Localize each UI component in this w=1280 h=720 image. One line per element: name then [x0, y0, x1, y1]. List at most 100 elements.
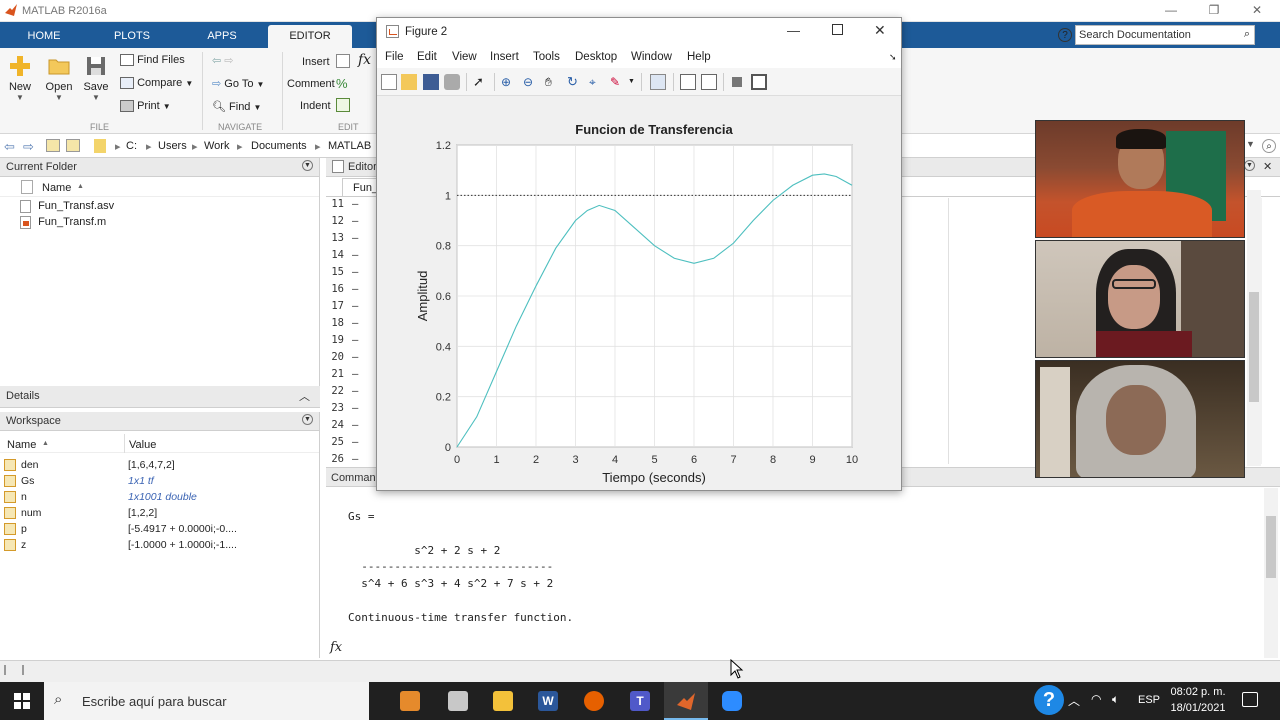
file-explorer-icon[interactable]	[493, 691, 513, 711]
rotate-3d-icon[interactable]: ↻	[567, 74, 583, 90]
pointer-icon[interactable]: ➚	[473, 74, 489, 90]
prompt-fx[interactable]: fx	[330, 640, 342, 655]
close-button[interactable]: ✕	[1246, 2, 1268, 18]
tab-home[interactable]: HOME	[2, 25, 86, 48]
chevron-up-icon[interactable]: ︿	[299, 388, 310, 404]
table-row[interactable]: den [1,6,4,7,2]	[0, 457, 319, 473]
taskbar-search[interactable]: ⌕ Escribe aquí para buscar	[44, 682, 369, 720]
menu-window[interactable]: Window	[631, 51, 672, 63]
command-scrollbar[interactable]	[1264, 488, 1278, 658]
details-panel[interactable]: Details ︿	[0, 386, 320, 408]
wifi-icon[interactable]: ◠	[1091, 692, 1101, 706]
close-icon[interactable]: ✕	[1263, 160, 1272, 173]
hide-tools-icon[interactable]	[732, 77, 742, 87]
folder-column-header[interactable]: Name ▲	[0, 178, 319, 197]
table-row[interactable]: z [-1.0000 + 1.0000i;-1....	[0, 537, 319, 553]
list-item[interactable]: Fun_Transf.m	[20, 214, 310, 230]
restore-button[interactable]: ❐	[1203, 2, 1225, 18]
menu-overflow-icon[interactable]: ➘	[889, 52, 897, 63]
crumb-documents[interactable]: Documents	[251, 140, 307, 152]
crumb-c[interactable]: C:	[126, 140, 137, 152]
up-folder-icon[interactable]	[46, 139, 60, 152]
insert-button[interactable]: Insert	[302, 56, 330, 68]
volume-icon[interactable]: 🔈︎	[1112, 692, 1119, 707]
search-documentation[interactable]: Search Documentation ⌕	[1075, 25, 1255, 45]
table-row[interactable]: n 1x1001 double	[0, 489, 319, 505]
tab-apps[interactable]: APPS	[180, 25, 264, 48]
right-scrollbar[interactable]	[1247, 190, 1261, 466]
help-circle-icon[interactable]: ?	[1034, 685, 1064, 715]
chevron-down-icon[interactable]: ▼	[628, 78, 635, 85]
command-input[interactable]	[352, 640, 1252, 658]
panel-menu-icon[interactable]: ▼	[302, 160, 313, 171]
teams-icon[interactable]: T	[630, 691, 650, 711]
insert-colorbar-icon[interactable]	[680, 74, 696, 90]
save-figure-icon[interactable]	[423, 74, 439, 90]
clock-date[interactable]: 18/01/2021	[1168, 702, 1228, 714]
compare-button[interactable]: Compare ▼	[120, 77, 193, 90]
print-figure-icon[interactable]	[444, 74, 460, 90]
new-button[interactable]: New ▼	[4, 54, 36, 102]
zoom-in-icon[interactable]: ⊕	[501, 74, 517, 90]
list-item[interactable]: Fun_Transf.asv	[20, 198, 310, 214]
tab-editor[interactable]: EDITOR	[268, 25, 352, 48]
table-row[interactable]: p [-5.4917 + 0.0000i;-0....	[0, 521, 319, 537]
back-forward-arrows[interactable]: ⇦ ⇨	[212, 54, 234, 67]
brush-icon[interactable]: ✎	[610, 74, 626, 90]
panel-menu-icon[interactable]: ▼	[302, 414, 313, 425]
task-view-icon[interactable]	[400, 691, 420, 711]
word-icon[interactable]: W	[538, 691, 558, 711]
find-button[interactable]: 🔍︎ Find ▼	[212, 100, 261, 113]
fx-icon[interactable]: fx	[358, 52, 371, 68]
matlab-taskbar-icon[interactable]	[676, 691, 696, 711]
minimize-button[interactable]: —	[787, 23, 800, 38]
data-cursor-icon[interactable]: ⌖	[589, 74, 605, 90]
menu-help[interactable]: Help	[687, 51, 711, 63]
save-button[interactable]: Save ▼	[80, 54, 112, 102]
crumb-work[interactable]: Work	[204, 140, 229, 152]
menu-view[interactable]: View	[452, 51, 477, 63]
panel-menu-icon[interactable]: ▼	[1244, 160, 1255, 171]
print-button[interactable]: Print ▼	[120, 100, 171, 113]
pan-hand-icon[interactable]: ✋︎	[545, 74, 561, 90]
forward-arrow-icon[interactable]: ⇨	[23, 139, 34, 155]
menu-insert[interactable]: Insert	[490, 51, 519, 63]
open-file-icon[interactable]	[401, 74, 417, 90]
open-button[interactable]: Open ▼	[42, 54, 76, 102]
chevron-down-icon[interactable]: ▼	[1246, 139, 1255, 149]
link-plot-icon[interactable]	[650, 74, 666, 90]
indent-button[interactable]: Indent	[300, 100, 331, 112]
menu-tools[interactable]: Tools	[533, 51, 560, 63]
zoom-out-icon[interactable]: ⊖	[523, 74, 539, 90]
back-arrow-icon[interactable]: ⇦	[4, 139, 15, 155]
close-button[interactable]: ✕	[874, 22, 886, 39]
col-name[interactable]: Name	[7, 439, 36, 451]
firefox-icon[interactable]	[584, 691, 604, 711]
browse-folder-icon[interactable]	[66, 139, 80, 152]
find-files-button[interactable]: Find Files	[120, 54, 185, 67]
table-row[interactable]: Gs 1x1 tf	[0, 473, 319, 489]
tab-plots[interactable]: PLOTS	[90, 25, 174, 48]
notifications-icon[interactable]	[1242, 692, 1258, 707]
menu-file[interactable]: File	[385, 51, 404, 63]
help-icon[interactable]: ?	[1058, 28, 1072, 42]
crumb-matlab[interactable]: MATLAB	[328, 140, 371, 152]
calculator-icon[interactable]	[448, 691, 468, 711]
scrollbar-thumb[interactable]	[1249, 292, 1259, 402]
minimize-button[interactable]: —	[1160, 2, 1182, 18]
menu-desktop[interactable]: Desktop	[575, 51, 617, 63]
tray-chevron-up-icon[interactable]: ︿	[1068, 692, 1080, 709]
new-figure-icon[interactable]	[381, 74, 397, 90]
insert-legend-icon[interactable]	[701, 74, 717, 90]
crumb-users[interactable]: Users	[158, 140, 187, 152]
comment-button[interactable]: Comment	[287, 78, 335, 90]
table-row[interactable]: num [1,2,2]	[0, 505, 319, 521]
menu-edit[interactable]: Edit	[417, 51, 437, 63]
column-divider[interactable]	[124, 434, 125, 453]
language-indicator[interactable]: ESP	[1138, 694, 1160, 706]
zoom-icon[interactable]	[722, 691, 742, 711]
search-icon[interactable]: ⌕	[1262, 139, 1276, 153]
windows-start-icon[interactable]	[14, 693, 30, 709]
show-tools-icon[interactable]	[751, 74, 767, 90]
transfer-function-plot[interactable]: 0 1 2 3 4 5 6 7 8 9 10 0 0.2 0.4 0.6 0.8 1 1.2 Funcion de…	[377, 97, 901, 490]
